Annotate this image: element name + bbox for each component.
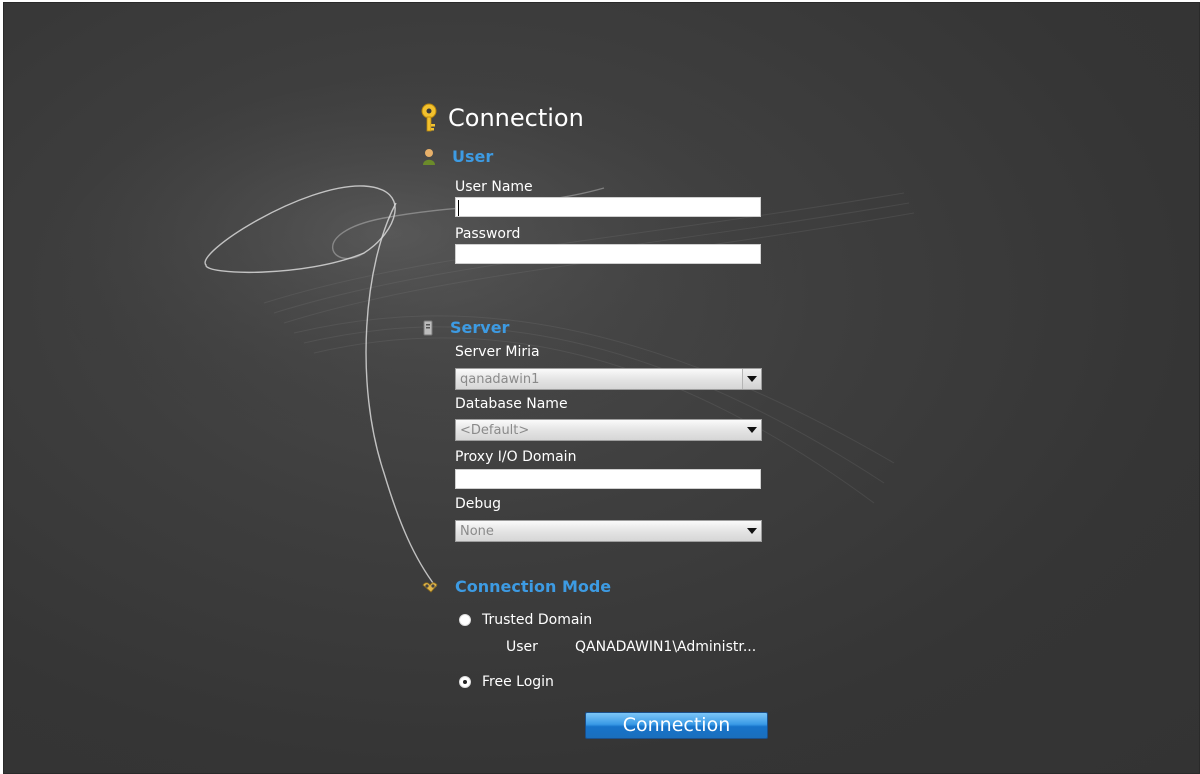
trusted-user-value: QANADAWIN1\Administr...	[575, 639, 757, 655]
server-select[interactable]: qanadawin1	[455, 368, 762, 390]
key-icon	[421, 103, 437, 132]
server-section-heading: Server	[450, 318, 510, 337]
user-section-heading: User	[452, 147, 494, 166]
debug-select-value: None	[460, 523, 494, 539]
trusted-user-key: User	[506, 639, 538, 655]
trusted-domain-option[interactable]: Trusted Domain	[459, 612, 592, 628]
server-section-header: Server	[422, 318, 509, 337]
server-icon	[423, 320, 433, 335]
free-login-label: Free Login	[482, 674, 554, 690]
database-select[interactable]: <Default>	[455, 419, 762, 441]
debug-select[interactable]: None	[455, 520, 762, 542]
password-input[interactable]	[455, 244, 761, 264]
database-select-value: <Default>	[460, 422, 530, 438]
user-icon	[423, 148, 435, 165]
proxy-domain-input[interactable]	[455, 469, 761, 489]
username-input[interactable]	[455, 197, 761, 217]
mode-section-heading: Connection Mode	[455, 577, 612, 596]
connection-button[interactable]: Connection	[585, 712, 768, 739]
chevron-down-icon[interactable]	[743, 420, 761, 440]
chevron-down-icon[interactable]	[743, 521, 761, 541]
trusted-domain-radio[interactable]	[459, 614, 471, 626]
debug-label: Debug	[455, 496, 502, 512]
free-login-radio[interactable]	[459, 676, 471, 688]
login-window: Connection User User Name Password Serve…	[3, 2, 1200, 774]
chevron-down-icon[interactable]	[742, 369, 761, 389]
free-login-option[interactable]: Free Login	[459, 674, 554, 690]
mode-section-header: Connection Mode	[422, 577, 611, 596]
page-header: Connection	[420, 103, 584, 133]
trusted-domain-label: Trusted Domain	[482, 612, 593, 628]
username-label: User Name	[455, 179, 533, 195]
page-title: Connection	[448, 104, 584, 132]
database-label: Database Name	[455, 396, 568, 412]
server-select-value: qanadawin1	[460, 371, 540, 387]
password-label: Password	[455, 226, 521, 242]
user-section-header: User	[422, 147, 493, 166]
proxy-label: Proxy I/O Domain	[455, 449, 577, 465]
server-label: Server Miria	[455, 344, 540, 360]
handshake-icon	[422, 581, 438, 593]
text-caret	[458, 200, 459, 216]
